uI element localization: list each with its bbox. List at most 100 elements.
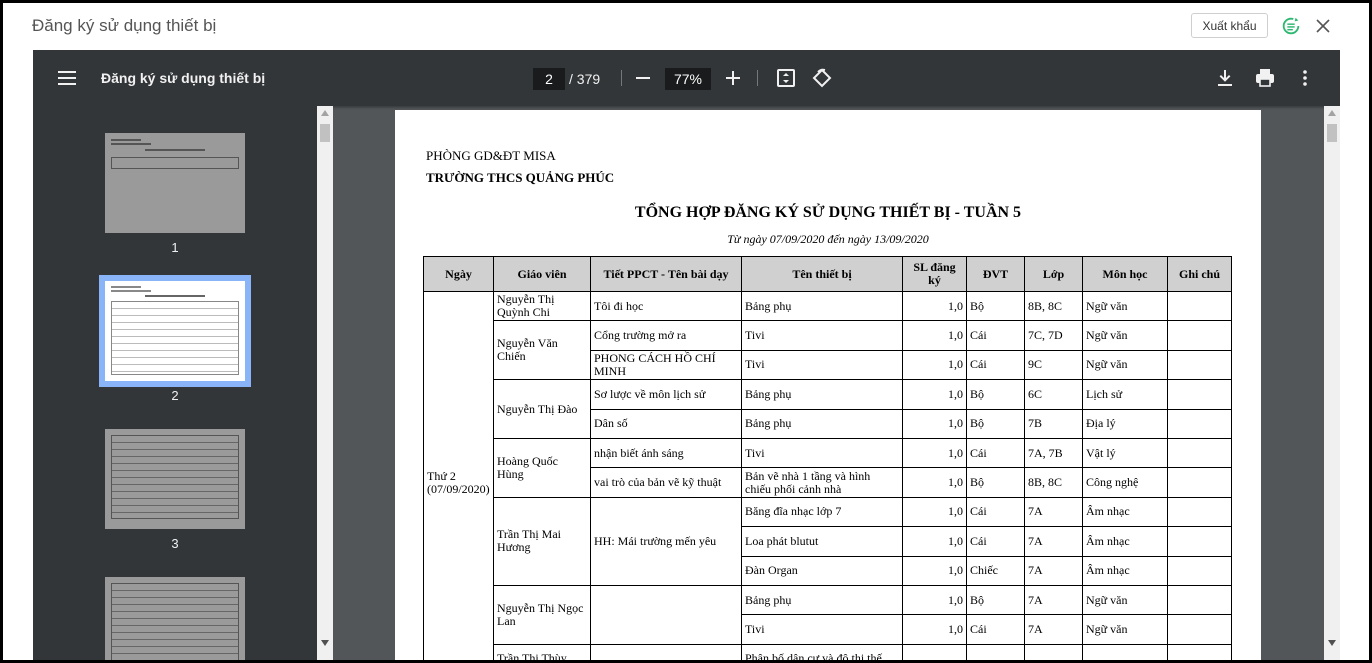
rotate-icon[interactable] xyxy=(810,66,834,90)
quantity-cell: 1,0 xyxy=(902,290,967,322)
note-cell xyxy=(1167,379,1232,410)
subject-cell: Ngữ văn xyxy=(1082,584,1168,616)
zoom-out-icon[interactable] xyxy=(631,66,655,90)
class-cell: 6C xyxy=(1024,379,1083,410)
quantity-cell: 1,0 xyxy=(902,408,967,439)
device-cell: Đàn Organ xyxy=(741,555,903,586)
pdf-viewer: Đăng ký sử dụng thiết bị 2 / 379 77% 1 2… xyxy=(33,50,1340,660)
column-header: ĐVT xyxy=(966,256,1025,292)
page-thumbnail[interactable] xyxy=(105,133,245,233)
sidebar-scrollbar[interactable] xyxy=(317,106,333,660)
device-cell: Tivi xyxy=(741,437,903,469)
device-cell: Băng đĩa nhạc lớp 7 xyxy=(741,496,903,528)
device-cell: Bảng phụ xyxy=(741,379,903,410)
column-header: Ghi chú xyxy=(1167,256,1232,292)
org-department: PHÒNG GD&ĐT MISA xyxy=(426,148,556,163)
page-thumbnail[interactable] xyxy=(105,577,245,660)
print-icon[interactable] xyxy=(1253,66,1277,90)
zoom-in-icon[interactable] xyxy=(721,66,745,90)
unit-cell: Cái xyxy=(966,349,1025,381)
quantity-cell: 1,0 xyxy=(902,614,967,645)
quantity-cell: 1,0 xyxy=(902,496,967,528)
subject-cell: Lịch sử xyxy=(1082,379,1168,410)
page-number-input[interactable]: 2 xyxy=(533,68,565,90)
scroll-up-icon[interactable] xyxy=(1328,110,1336,116)
more-options-icon[interactable] xyxy=(1293,66,1317,90)
device-cell: Tivi xyxy=(741,320,903,351)
teacher-cell: Hoàng Quốc Hùng xyxy=(493,437,591,498)
refresh-icon[interactable] xyxy=(1280,15,1302,37)
unit-cell: Cái xyxy=(966,614,1025,645)
column-header: Tên thiết bị xyxy=(741,256,903,292)
thumbnail-sidebar: 1 2 3 xyxy=(33,106,317,660)
lesson-cell xyxy=(590,643,742,660)
page-thumbnail-selected[interactable] xyxy=(105,281,245,381)
lesson-cell: Cổng trường mở ra xyxy=(590,320,742,351)
scroll-up-icon[interactable] xyxy=(321,110,329,116)
note-cell xyxy=(1167,584,1232,616)
lesson-cell: Sơ lược về môn lịch sử xyxy=(590,379,742,410)
document-scrollbar[interactable] xyxy=(1324,106,1340,660)
quantity-cell: 1,0 xyxy=(902,437,967,469)
class-cell xyxy=(1024,643,1083,660)
device-cell: Tivi xyxy=(741,349,903,381)
quantity-cell xyxy=(902,643,967,660)
scroll-down-icon[interactable] xyxy=(321,640,329,646)
quantity-cell: 1,0 xyxy=(902,349,967,381)
teacher-cell: Trần Thị Thùy xyxy=(493,643,591,660)
unit-cell: Chiếc xyxy=(966,555,1025,586)
menu-icon[interactable] xyxy=(55,66,79,90)
column-header: Lớp xyxy=(1024,256,1083,292)
quantity-cell: 1,0 xyxy=(902,379,967,410)
class-cell: 7C, 7D xyxy=(1024,320,1083,351)
class-cell: 9C xyxy=(1024,349,1083,381)
subject-cell: Công nghệ xyxy=(1082,467,1168,498)
device-cell: Tivi xyxy=(741,614,903,645)
unit-cell: Cái xyxy=(966,526,1025,557)
subject-cell: Âm nhạc xyxy=(1082,526,1168,557)
zoom-level-input[interactable]: 77% xyxy=(665,68,711,90)
table-header-row: Ngày Giáo viên Tiết PPCT - Tên bài dạy T… xyxy=(423,256,1232,292)
subject-cell: Ngữ văn xyxy=(1082,349,1168,381)
download-icon[interactable] xyxy=(1213,66,1237,90)
device-cell: Bảng phụ xyxy=(741,408,903,439)
close-icon[interactable] xyxy=(1313,16,1333,36)
table-row: Nguyễn Văn Chiến Cổng trường mở ra Tivi … xyxy=(424,320,1232,381)
column-header: Ngày xyxy=(423,256,494,292)
document-scroll-thumb[interactable] xyxy=(1327,124,1337,142)
table-row: Trần Thị Thùy Phân bố dân cư và đô thị t… xyxy=(424,643,1232,660)
class-cell: 7B xyxy=(1024,408,1083,439)
device-cell: Bảng phụ xyxy=(741,290,903,322)
subject-cell: Ngữ văn xyxy=(1082,614,1168,645)
teacher-cell: Nguyễn Thị Quỳnh Chi xyxy=(493,290,591,322)
note-cell xyxy=(1167,643,1232,660)
note-cell xyxy=(1167,320,1232,351)
class-cell: 8B, 8C xyxy=(1024,290,1083,322)
dialog-title: Đăng ký sử dụng thiết bị xyxy=(32,16,217,35)
subject-cell: Địa lý xyxy=(1082,408,1168,439)
device-cell: Loa phát blutut xyxy=(741,526,903,557)
dialog: Đăng ký sử dụng thiết bị Xuất khẩu Đăng … xyxy=(3,3,1369,660)
quantity-cell: 1,0 xyxy=(902,320,967,351)
column-header: Môn học xyxy=(1082,256,1168,292)
page-thumbnail[interactable] xyxy=(105,429,245,529)
lesson-cell: Dân số xyxy=(590,408,742,439)
note-cell xyxy=(1167,408,1232,439)
note-cell xyxy=(1167,496,1232,528)
unit-cell: Bộ xyxy=(966,408,1025,439)
fit-page-icon[interactable] xyxy=(774,66,798,90)
sidebar-scroll-thumb[interactable] xyxy=(320,124,330,142)
export-button[interactable]: Xuất khẩu xyxy=(1191,13,1268,38)
quantity-cell: 1,0 xyxy=(902,555,967,586)
teacher-cell: Nguyễn Thị Ngọc Lan xyxy=(493,584,591,645)
org-school: TRƯỜNG THCS QUẢNG PHÚC xyxy=(426,170,615,185)
lesson-cell: vai trò của bản vẽ kỹ thuật xyxy=(590,467,742,498)
scroll-down-icon[interactable] xyxy=(1328,640,1336,646)
unit-cell xyxy=(966,643,1025,660)
registration-table: Ngày Giáo viên Tiết PPCT - Tên bài dạy T… xyxy=(423,256,1232,660)
day-cell: Thứ 2 (07/09/2020) xyxy=(423,290,494,660)
device-cell: Phân bố dân cư và đô thị thế xyxy=(741,643,903,660)
class-cell: 7A xyxy=(1024,614,1083,645)
class-cell: 7A xyxy=(1024,555,1083,586)
table-row: Nguyễn Thị Ngọc Lan Bảng phụ 1,0 Bộ 7A N… xyxy=(424,584,1232,645)
